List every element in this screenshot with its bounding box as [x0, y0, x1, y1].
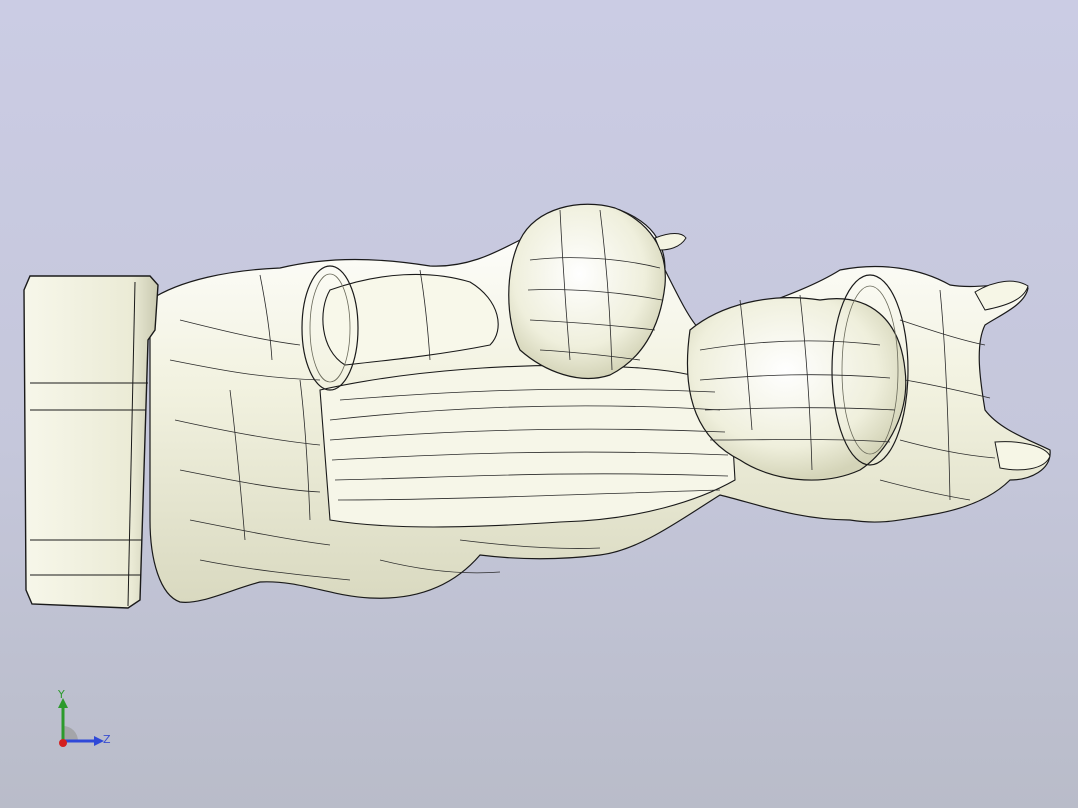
- sculpture-model[interactable]: [0, 0, 1078, 808]
- model-base: [23, 275, 159, 609]
- x-axis-dot-icon: [59, 739, 67, 747]
- triad-y-label: Y: [58, 688, 65, 701]
- triad-z-label: Z: [103, 733, 111, 746]
- 3d-viewport[interactable]: Y Z: [0, 0, 1078, 808]
